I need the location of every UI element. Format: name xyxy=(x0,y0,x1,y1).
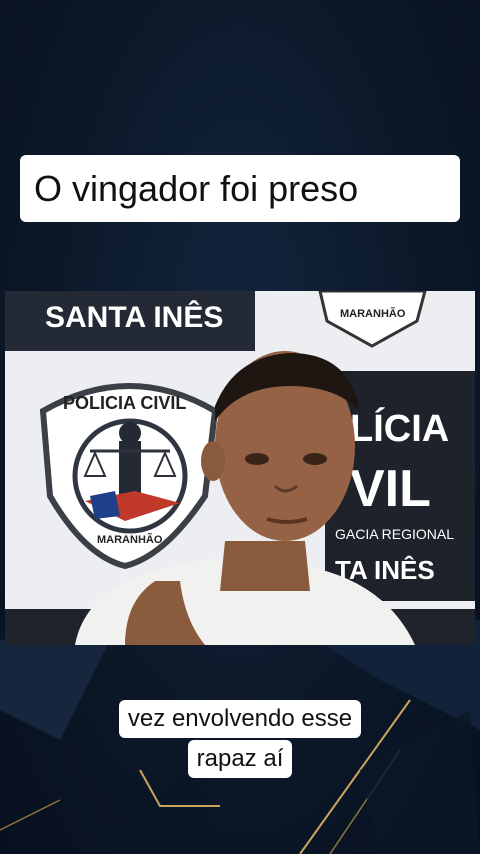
headline-text: O vingador foi preso xyxy=(34,167,359,209)
caption-line-2: rapaz aí xyxy=(0,740,480,778)
headline-banner: O vingador foi preso xyxy=(20,155,460,222)
caption-line-1: vez envolvendo esse xyxy=(0,700,480,738)
panel-line3: GACIA REGIONAL xyxy=(335,526,454,542)
panel-line2: VIL xyxy=(350,460,431,518)
caption-text-1: vez envolvendo esse xyxy=(118,700,362,738)
badge-bottom-text: MARANHÃO xyxy=(97,533,163,546)
banner-text: SANTA INÊS xyxy=(45,300,223,334)
badge-top-text: POLICIA CIVIL xyxy=(63,393,186,413)
top-badge-text: MARANHÃO xyxy=(340,307,406,320)
panel-line1: LÍCIA xyxy=(350,406,449,450)
caption-text-2: rapaz aí xyxy=(187,740,293,778)
news-photo: SANTA INÊS MARANHÃO POLICIA CIVIL MARANH… xyxy=(5,291,475,645)
